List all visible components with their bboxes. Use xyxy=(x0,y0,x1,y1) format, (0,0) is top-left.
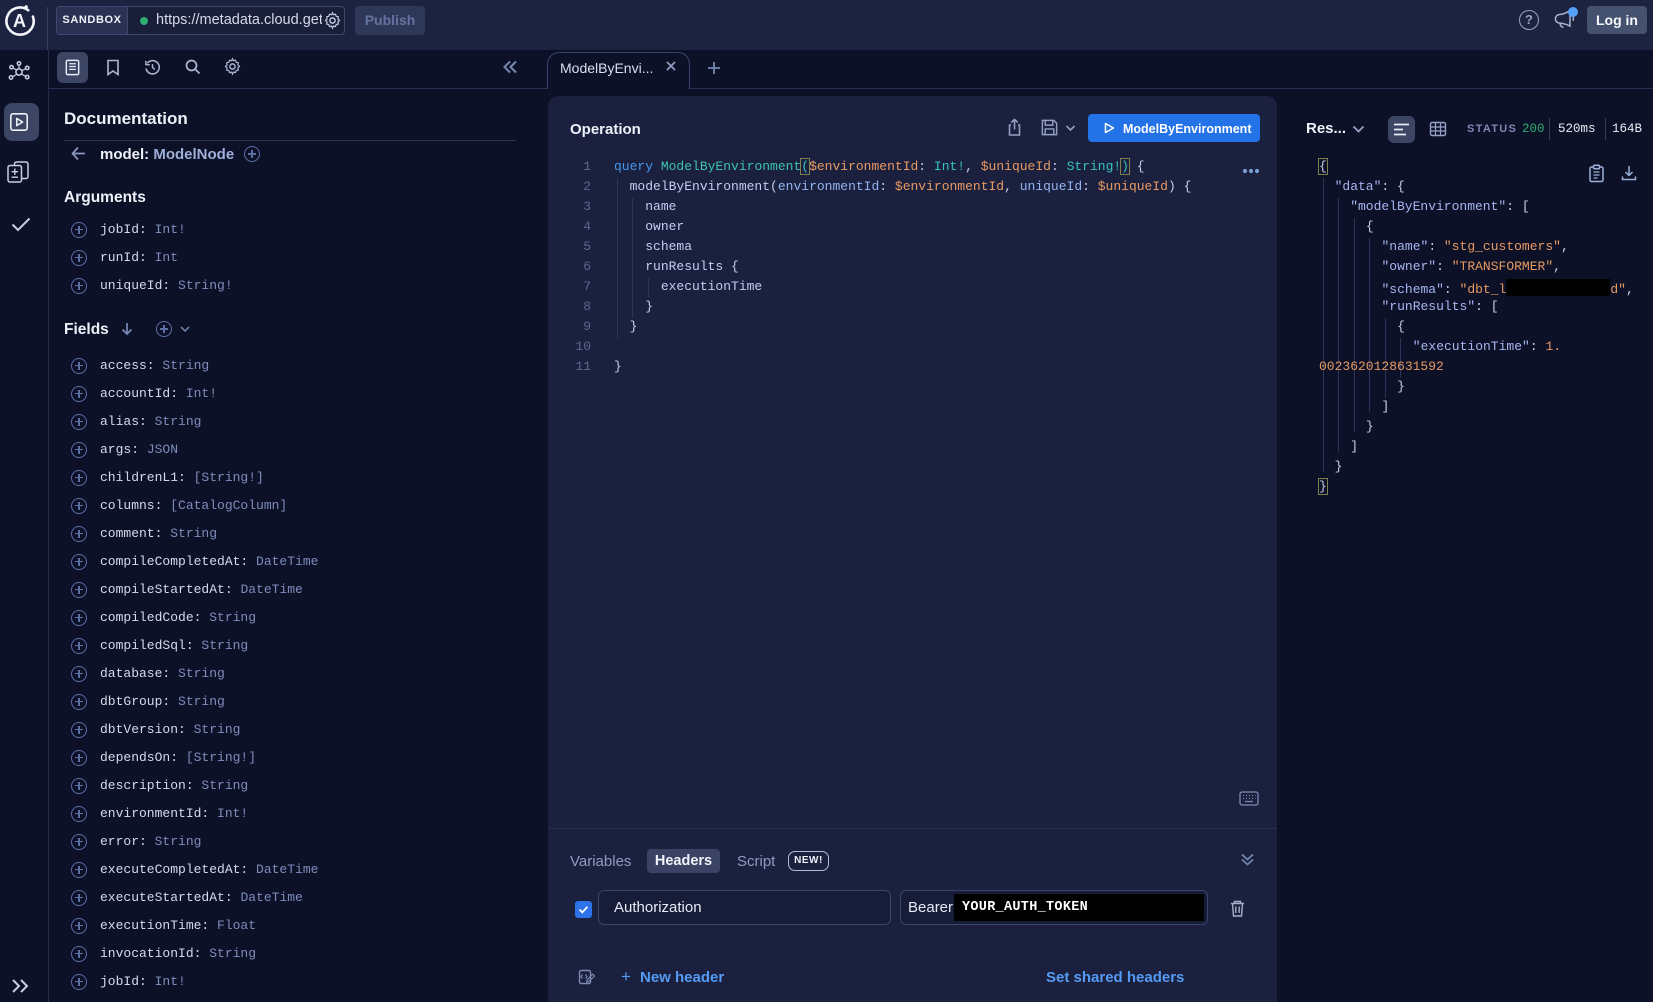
svg-text:A: A xyxy=(13,11,26,31)
